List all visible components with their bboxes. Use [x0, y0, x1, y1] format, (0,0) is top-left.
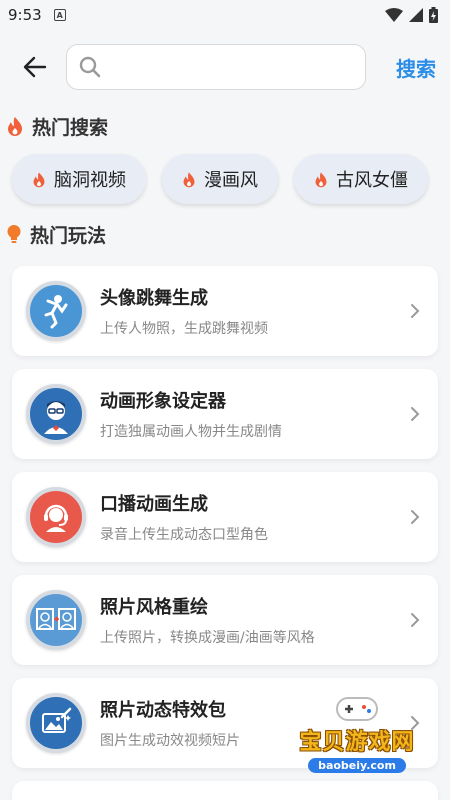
hot-play-title: 热门玩法 — [30, 224, 107, 247]
feature-card-voice-animation[interactable]: 口播动画生成 录音上传生成动态口型角色 — [12, 472, 438, 562]
back-button[interactable] — [20, 52, 50, 82]
headset-speaker-icon — [26, 487, 86, 547]
card-text: 动画形象设定器 打造独属动画人物并生成剧情 — [100, 387, 410, 441]
feature-card-photo-restyle[interactable]: 照片风格重绘 上传照片，转换成漫画/油画等风格 — [12, 575, 438, 665]
card-title: 照片风格重绘 — [100, 597, 208, 618]
chevron-right-icon — [411, 613, 420, 627]
chip-label: 古风女僵 — [336, 170, 408, 191]
flame-icon — [8, 117, 22, 136]
card-title: 头像跳舞生成 — [100, 288, 208, 309]
chip-hot-search[interactable]: 脑洞视频 — [12, 154, 146, 204]
watermark-text: 宝贝游戏网 — [299, 730, 415, 755]
chip-label: 漫画风 — [204, 170, 258, 191]
hot-play-header: 热门玩法 — [0, 218, 450, 250]
magic-photo-icon — [26, 693, 86, 753]
feature-card-avatar-dance[interactable]: 头像跳舞生成 上传人物照，生成跳舞视频 — [12, 266, 438, 356]
search-button[interactable]: 搜索 — [396, 53, 436, 82]
card-text: 头像跳舞生成 上传人物照，生成跳舞视频 — [100, 284, 410, 338]
chevron-right-icon — [411, 510, 420, 524]
status-bar: 9:53 A — [0, 0, 450, 30]
wifi-icon — [385, 8, 403, 22]
battery-icon — [429, 7, 438, 23]
card-subtitle: 上传人物照，生成跳舞视频 — [100, 321, 268, 337]
back-arrow-icon — [23, 56, 47, 78]
notification-a-icon: A — [53, 9, 66, 21]
cartoon-avatar-icon — [26, 384, 86, 444]
feature-card-anime-character[interactable]: 动画形象设定器 打造独属动画人物并生成剧情 — [12, 369, 438, 459]
search-box[interactable] — [66, 44, 366, 90]
chevron-right-icon — [411, 304, 420, 318]
status-left: 9:53 A — [8, 6, 66, 24]
watermark-logo: 宝贝游戏网 baobeiy.com — [282, 694, 432, 786]
search-row: 搜索 — [0, 30, 450, 104]
card-subtitle: 录音上传生成动态口型角色 — [100, 527, 268, 543]
status-right — [385, 7, 438, 23]
lightbulb-icon — [7, 225, 21, 243]
card-text: 照片风格重绘 上传照片，转换成漫画/油画等风格 — [100, 593, 410, 647]
hot-search-header: 热门搜索 — [0, 110, 450, 142]
hot-search-chips: 脑洞视频 漫画风 古风女僵 — [0, 142, 450, 218]
flame-icon — [315, 172, 327, 187]
photo-convert-icon — [26, 590, 86, 650]
chip-hot-search[interactable]: 漫画风 — [162, 154, 278, 204]
watermark-url: baobeiy.com — [308, 758, 406, 773]
status-time: 9:53 — [8, 6, 42, 24]
hot-search-title: 热门搜索 — [32, 116, 109, 139]
chevron-right-icon — [411, 407, 420, 421]
card-text: 口播动画生成 录音上传生成动态口型角色 — [100, 490, 410, 544]
card-subtitle: 打造独属动画人物并生成剧情 — [100, 424, 282, 440]
card-title: 动画形象设定器 — [100, 391, 226, 412]
card-title: 口播动画生成 — [100, 494, 208, 515]
signal-icon — [409, 8, 423, 22]
chip-label: 脑洞视频 — [54, 170, 126, 191]
dancing-person-icon — [26, 281, 86, 341]
card-subtitle: 上传照片，转换成漫画/油画等风格 — [100, 630, 315, 646]
search-input[interactable] — [109, 58, 349, 76]
gamepad-icon — [336, 697, 378, 721]
flame-icon — [183, 172, 195, 187]
search-icon — [79, 56, 101, 78]
chip-hot-search[interactable]: 古风女僵 — [294, 154, 428, 204]
flame-icon — [33, 172, 45, 187]
